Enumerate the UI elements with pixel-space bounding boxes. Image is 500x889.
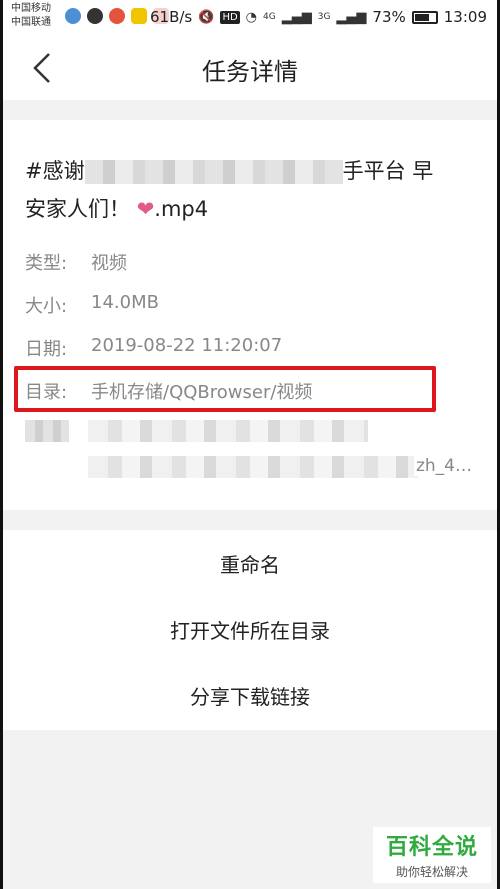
status-bar: 中国移动 中国联通 61B/s 🔇 HD ◔ 4G ▂▄▆ 3G ▂▄▆ 73%… — [3, 0, 497, 36]
date-value: 2019-08-22 11:20:07 — [91, 335, 283, 356]
task-detail-card: #感谢 手平台 早 安家人们！ ❤.mp4 类型: 视频 大小: 14.0MB 日… — [3, 120, 497, 510]
wifi-icon: ◔ — [245, 9, 258, 25]
rename-button[interactable]: 重命名 — [3, 530, 497, 596]
file-title-start: #感谢 — [25, 159, 85, 183]
action-list: 重命名 打开文件所在目录 分享下载链接 — [3, 530, 497, 730]
file-extension: .mp4 — [154, 197, 209, 221]
link-line-2 — [88, 456, 418, 478]
file-name: #感谢 手平台 早 安家人们！ ❤.mp4 — [25, 152, 475, 228]
file-title-line2: 安家人们！ — [25, 197, 130, 221]
download-link: zh_4… — [88, 420, 478, 492]
blurred-text — [84, 160, 343, 184]
app-header: 任务详情 — [3, 36, 497, 100]
watermark-sub: 助你轻松解决 — [395, 865, 468, 879]
app-icon-dark — [87, 8, 103, 24]
link-tail: zh_4… — [413, 456, 472, 476]
phone-screen: 中国移动 中国联通 61B/s 🔇 HD ◔ 4G ▂▄▆ 3G ▂▄▆ 73%… — [0, 0, 500, 889]
highlight-annotation — [14, 366, 436, 412]
battery-percent: 73% — [372, 8, 406, 26]
link-line-1 — [88, 420, 368, 442]
size-label: 大小: — [25, 296, 68, 317]
size-value: 14.0MB — [91, 292, 159, 313]
type-label: 类型: — [25, 253, 68, 274]
carrier-2: 中国联通 — [11, 17, 51, 28]
watermark-main: 百科全说 — [385, 835, 478, 860]
app-icon-red — [109, 8, 125, 24]
heart-icon: ❤ — [136, 197, 155, 221]
mute-icon: 🔇 — [198, 9, 215, 25]
file-title-mid: 手平台 早 — [342, 159, 434, 183]
signal-1-icon: ▂▄▆ — [281, 9, 312, 25]
share-link-button[interactable]: 分享下载链接 — [3, 662, 497, 728]
battery-fill — [414, 13, 430, 21]
detail-size: 大小: 14.0MB — [25, 288, 485, 331]
type-value: 视频 — [91, 253, 127, 274]
status-right: 61B/s 🔇 HD ◔ 4G ▂▄▆ 3G ▂▄▆ 73% 13:09 — [150, 8, 487, 26]
detail-type: 类型: 视频 — [25, 245, 485, 288]
net-speed: 61B/s — [150, 8, 193, 26]
date-label: 日期: — [25, 339, 68, 360]
carrier-info: 中国移动 中国联通 — [11, 2, 51, 30]
link-label-blurred — [25, 420, 69, 442]
signal-2-label: 3G — [317, 12, 331, 22]
signal-2-icon: ▂▄▆ — [336, 9, 367, 25]
clock: 13:09 — [443, 8, 487, 26]
snowflake-icon — [65, 8, 81, 24]
watermark-logo: 百科全说 助你轻松解决 — [373, 827, 491, 883]
page-title: 任务详情 — [202, 58, 298, 86]
hd-badge: HD — [220, 10, 240, 24]
signal-1-label: 4G — [263, 12, 276, 22]
battery-icon — [411, 10, 438, 24]
open-directory-button[interactable]: 打开文件所在目录 — [3, 596, 497, 662]
carrier-1: 中国移动 — [11, 3, 51, 14]
app-icon-yellow — [131, 8, 147, 24]
